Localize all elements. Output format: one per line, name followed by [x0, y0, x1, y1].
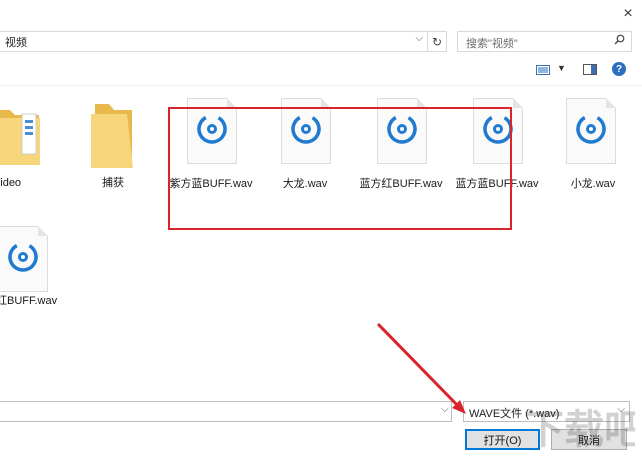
chevron-down-icon[interactable]: ⌵ [415, 33, 423, 44]
selection-highlight-box [168, 107, 512, 230]
folder-icon [0, 110, 40, 165]
list-item[interactable]: 小龙.wav [548, 96, 638, 206]
filename-field[interactable] [0, 401, 452, 422]
list-item[interactable]: 红BUFF.wav [0, 224, 70, 314]
close-icon: × [623, 5, 633, 22]
filetype-value: WAVE文件 (*.wav) [469, 408, 560, 420]
chevron-down-icon[interactable]: ▼ [557, 63, 566, 73]
file-label: tor [0, 190, 66, 204]
address-path: 视频 [5, 37, 27, 49]
preview-pane-icon[interactable] [583, 64, 597, 75]
folder-icon [91, 104, 133, 168]
file-label: 红BUFF.wav [0, 295, 58, 307]
wav-file-icon [0, 226, 48, 292]
view-options-icon[interactable] [536, 65, 550, 75]
file-label: avi Video [0, 177, 22, 189]
open-button[interactable]: 打开(O) [465, 429, 540, 450]
title-bar [0, 0, 642, 30]
search-placeholder: 搜索"视频" [466, 38, 518, 50]
help-icon[interactable]: ? [612, 62, 626, 76]
cancel-button[interactable]: 取消 [551, 429, 627, 450]
address-bar[interactable]: 视频 ⌵ [0, 31, 428, 52]
search-icon [614, 34, 625, 48]
chevron-down-icon: ⌵ [617, 404, 625, 415]
list-item[interactable]: 捕获 [68, 96, 158, 206]
refresh-icon: ↻ [431, 34, 443, 49]
search-input[interactable]: 搜索"视频" [457, 31, 632, 52]
wav-file-icon [566, 98, 616, 164]
file-label: 小龙.wav [570, 178, 616, 190]
filetype-select[interactable]: WAVE文件 (*.wav) ⌵ [463, 401, 630, 422]
close-button[interactable]: × [614, 0, 642, 28]
file-label: 捕获 [102, 177, 124, 189]
list-item[interactable]: avi Video tor [0, 96, 60, 206]
refresh-button[interactable]: ↻ [428, 31, 447, 52]
chevron-down-icon[interactable]: ⌵ [441, 404, 449, 415]
